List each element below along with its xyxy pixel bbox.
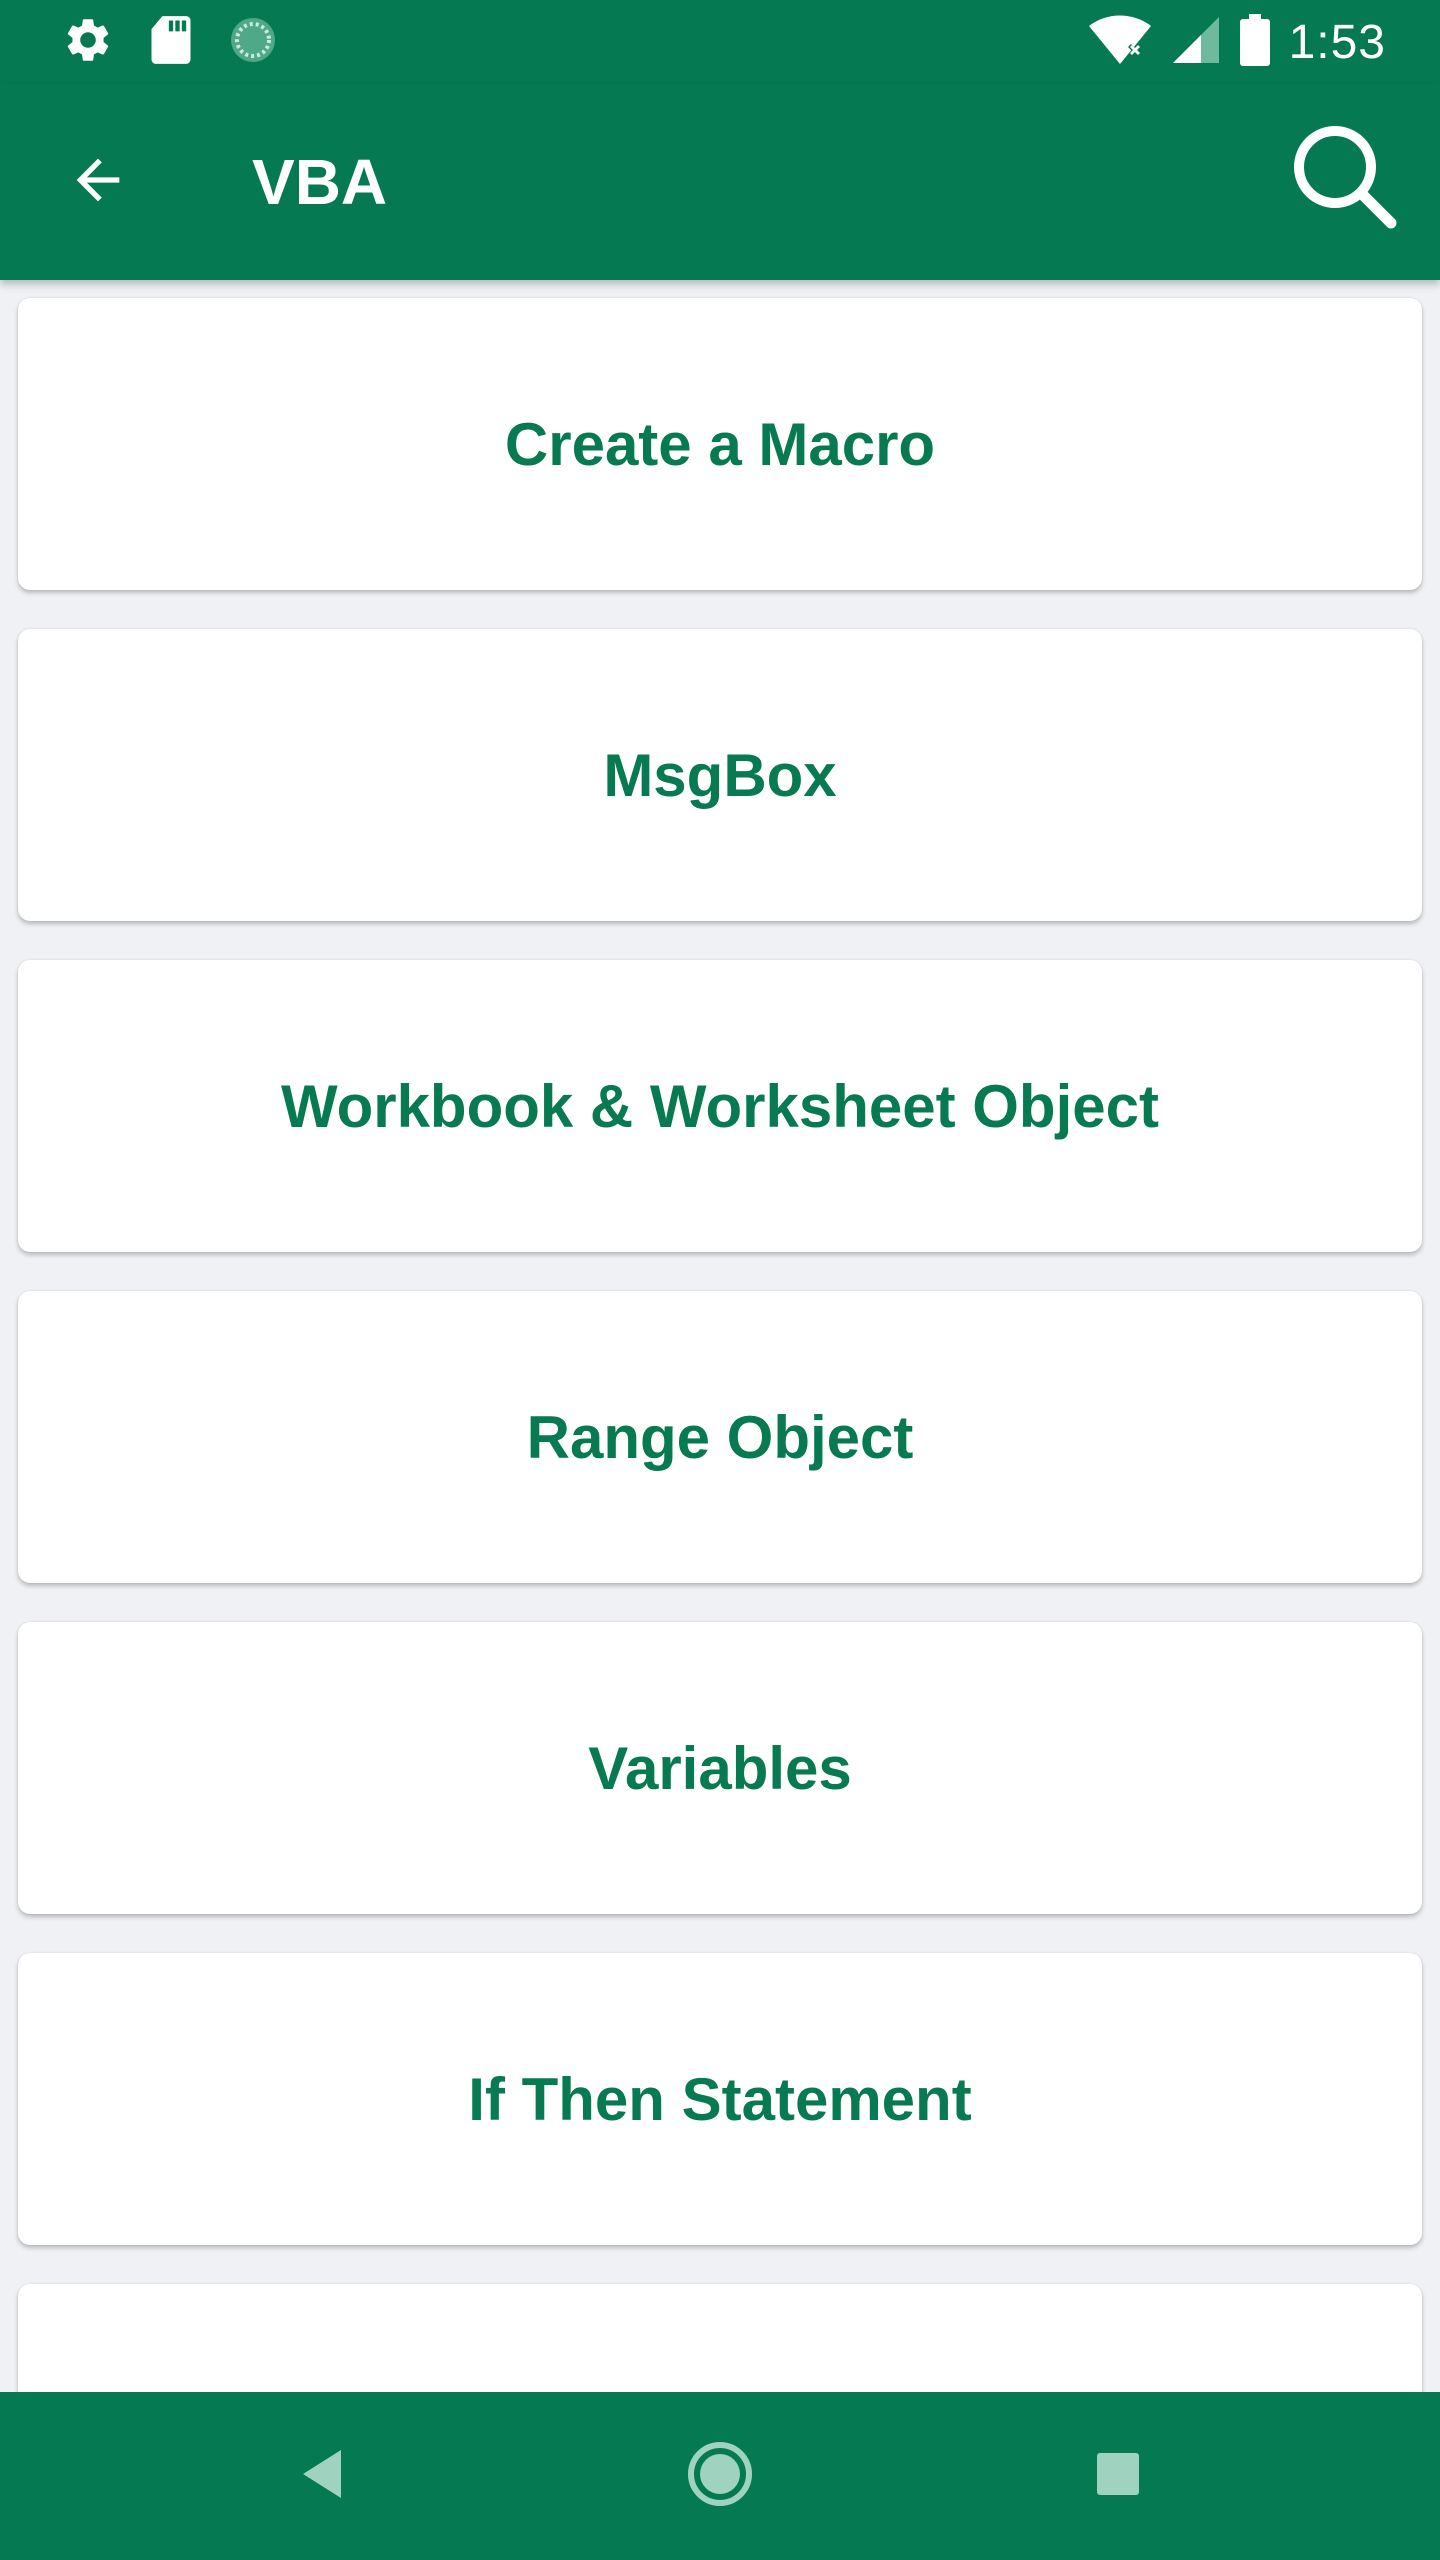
topic-card-variables[interactable]: Variables xyxy=(18,1622,1422,1914)
topic-card-range-object[interactable]: Range Object xyxy=(18,1291,1422,1583)
status-time: 1:53 xyxy=(1288,15,1386,69)
topic-label: If Then Statement xyxy=(468,2065,972,2133)
nav-back-button[interactable] xyxy=(272,2426,372,2526)
app-bar: VBA xyxy=(0,84,1440,280)
topic-card-if-then-statement[interactable]: If Then Statement xyxy=(18,1953,1422,2245)
nav-back-icon xyxy=(299,2448,345,2505)
wifi-icon xyxy=(1087,14,1153,71)
topic-label: Range Object xyxy=(526,1403,914,1471)
topic-card-msgbox[interactable]: MsgBox xyxy=(18,629,1422,921)
nav-home-button[interactable] xyxy=(670,2426,770,2526)
status-left-icons xyxy=(62,14,312,71)
nav-recents-button[interactable] xyxy=(1068,2426,1168,2526)
topic-card-workbook-worksheet-object[interactable]: Workbook & Worksheet Object xyxy=(18,960,1422,1252)
search-icon xyxy=(1287,119,1399,236)
status-right-icons: 1:53 xyxy=(1069,10,1386,74)
topic-label: Create a Macro xyxy=(504,410,936,478)
topic-list[interactable]: Create a Macro MsgBox Workbook & Workshe… xyxy=(0,280,1440,2392)
page-title: VBA xyxy=(252,146,388,218)
topic-label: Variables xyxy=(588,1734,852,1802)
navigation-bar xyxy=(0,2392,1440,2560)
arrow-back-icon xyxy=(66,148,130,217)
battery-icon xyxy=(1239,13,1271,71)
nav-home-icon xyxy=(686,2440,754,2513)
topic-label: Workbook & Worksheet Object xyxy=(281,1072,1159,1140)
signal-icon xyxy=(1171,15,1221,70)
nav-recents-icon xyxy=(1095,2451,1141,2502)
screen: 1:53 VBA Create a Macro MsgBox Workbook … xyxy=(0,0,1440,2560)
sync-icon xyxy=(228,15,278,70)
search-button[interactable] xyxy=(1278,112,1408,242)
topic-label: MsgBox xyxy=(603,741,837,809)
topic-card-partial[interactable] xyxy=(18,2284,1422,2392)
settings-icon xyxy=(62,14,114,71)
status-bar: 1:53 xyxy=(0,0,1440,84)
back-button[interactable] xyxy=(52,136,144,228)
topic-card-create-a-macro[interactable]: Create a Macro xyxy=(18,298,1422,590)
sd-card-icon xyxy=(148,14,194,71)
